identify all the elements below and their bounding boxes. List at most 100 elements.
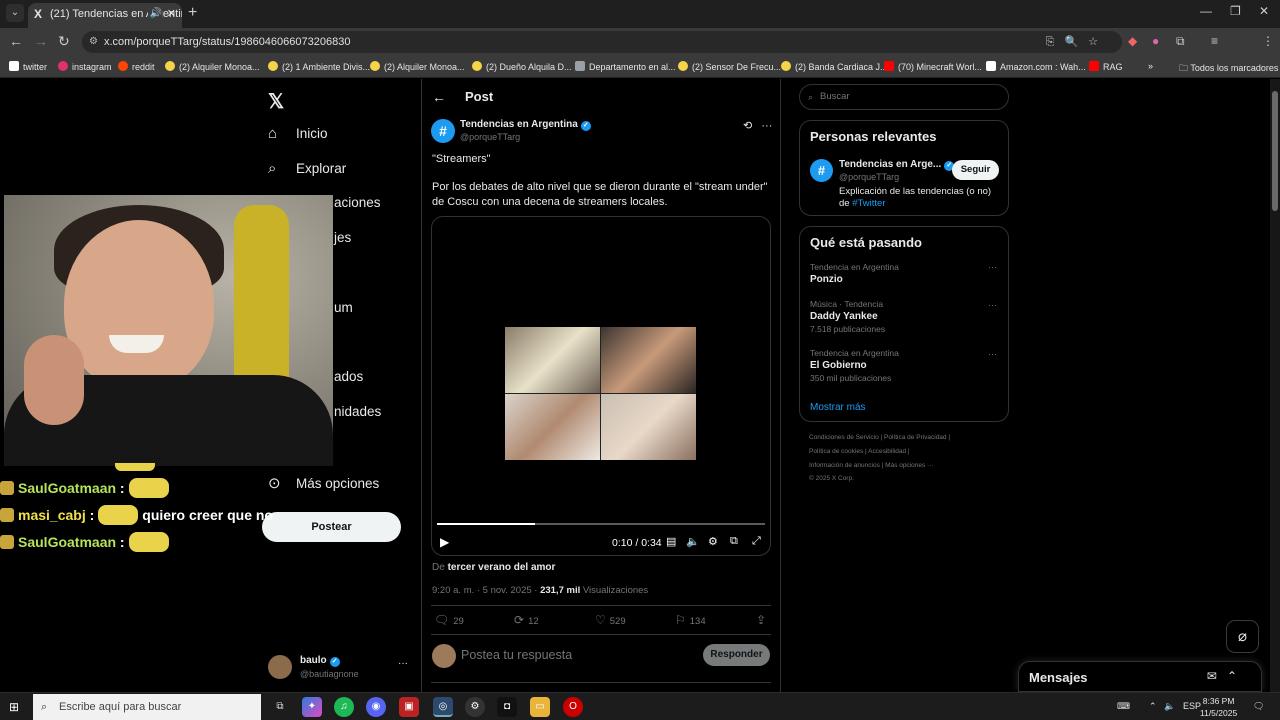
new-tab-button[interactable]: + (188, 4, 197, 22)
search-input[interactable]: ⌕ Buscar (799, 84, 1009, 110)
menu-kebab-icon[interactable]: ⋮ (1262, 34, 1274, 48)
bookmark-item[interactable]: (70) Minecraft Worl... (884, 61, 982, 72)
account-avatar[interactable]: # (810, 159, 833, 182)
chrome-icon[interactable]: ◎ (433, 697, 453, 717)
close-tab-icon[interactable]: ✕ (167, 3, 176, 25)
nav-saved[interactable]: ados (334, 369, 363, 384)
spotify-icon[interactable]: ♫ (334, 697, 354, 717)
windows-start-icon[interactable]: ⊞ (9, 700, 19, 714)
all-bookmarks-folder[interactable]: 🗀 Todos los marcadores (1179, 61, 1278, 77)
nav-premium[interactable]: um (334, 300, 353, 315)
video-player[interactable]: ▶ 0:10 / 0:34 ▤ 🔈 ⚙ ⧉ ⤢ (431, 216, 771, 556)
messages-actions[interactable]: ✉⌃ (1207, 669, 1247, 683)
bookmark-item[interactable]: instagram (58, 61, 112, 72)
grok-icon[interactable]: ⟲ (743, 120, 752, 132)
discord-icon[interactable]: ◉ (366, 697, 386, 717)
nav-explore[interactable]: ⌕ Explorar (268, 160, 346, 177)
omnibox-actions[interactable]: ⎘🔍☆ (1046, 31, 1108, 53)
bookmark-item[interactable]: (2) Alquiler Monoa... (165, 61, 260, 72)
nav-home[interactable]: ⌂ Inicio (268, 125, 328, 142)
footer-links[interactable]: Condiciones de Servicio | Política de Pr… (809, 434, 950, 441)
extensions-puzzle-icon[interactable]: ⧉ (1176, 34, 1185, 49)
settings-icon[interactable]: ⚙ (708, 535, 718, 548)
repost-button[interactable]: ⟳ 12 (514, 613, 539, 627)
x-logo-icon[interactable]: 𝕏 (268, 89, 284, 114)
volume-icon[interactable]: 🔈 (686, 535, 700, 548)
post-header-actions[interactable]: ⟲ ··· (743, 119, 772, 132)
pip-icon[interactable]: ⧉ (730, 535, 738, 548)
speaker-icon[interactable]: 🔊 (147, 3, 162, 25)
messages-drawer[interactable]: Mensajes ✉⌃ (1018, 661, 1262, 692)
reply-submit-button[interactable]: Responder (703, 644, 770, 666)
taskbar-search-input[interactable]: ⌕ Escribe aquí para buscar (33, 694, 261, 720)
system-clock[interactable]: 8:36 PM 11/5/2025 (1200, 695, 1237, 719)
notifications-icon[interactable]: 🗨 (1253, 701, 1264, 712)
media-controls-icon[interactable]: ≡ (1211, 34, 1218, 48)
file-explorer-icon[interactable]: ▭ (530, 697, 550, 717)
bookmark-item[interactable]: (2) Dueño Alquila D... (472, 61, 572, 72)
show-more-link[interactable]: Mostrar más (810, 402, 866, 413)
tray-overflow-icon[interactable]: ⌃ (1149, 701, 1157, 712)
grok-button[interactable]: ⌀ (1226, 620, 1259, 653)
opera-icon[interactable]: O (563, 697, 583, 717)
browser-tab-active[interactable]: X (21) Tendencias en Argentina 🔊 ✕ (28, 3, 182, 28)
bookmark-item[interactable]: reddit (118, 61, 155, 72)
copilot-icon[interactable]: ✦ (302, 697, 322, 717)
nav-more[interactable]: ⊙ Más opciones (268, 474, 379, 492)
share-button[interactable]: ⇪ (756, 613, 770, 627)
bookmark-item[interactable]: (2) 1 Ambiente Divis... (268, 61, 370, 72)
relevant-account-name[interactable]: Tendencias en Arge... ✓ (839, 159, 955, 171)
nav-messages[interactable]: jes (334, 230, 351, 245)
relevant-account-handle[interactable]: @porqueTTarg (839, 172, 899, 182)
volume-icon[interactable]: 🔈 (1164, 701, 1175, 712)
play-icon[interactable]: ▶ (440, 535, 449, 549)
language-indicator[interactable]: ESP (1183, 701, 1201, 711)
bookmark-item[interactable]: RAG (1089, 61, 1123, 72)
captions-icon[interactable]: ▤ (666, 535, 676, 548)
app-icon[interactable]: ◘ (497, 697, 517, 717)
bookmark-item[interactable]: (2) Sensor De Frecu... (678, 61, 781, 72)
minimize-button[interactable]: — (1200, 4, 1212, 18)
site-info-icon[interactable]: ⚙ (89, 31, 98, 53)
bookmark-item[interactable]: (2) Alquiler Monoa... (370, 61, 465, 72)
footer-links[interactable]: Información de anuncios | Más opciones ·… (809, 462, 934, 469)
video-source[interactable]: De tercer verano del amor (432, 562, 555, 573)
reply-input[interactable]: Postea tu respuesta (461, 648, 572, 662)
fullscreen-icon[interactable]: ⤢ (752, 535, 761, 548)
extension-color-icon[interactable]: ● (1152, 34, 1159, 48)
bookmark-item[interactable]: (2) Banda Cardiaca J... (781, 61, 888, 72)
url-bar[interactable]: ⚙ x.com/porqueTTarg/status/1986046066073… (82, 31, 1122, 53)
hashtag-link[interactable]: #Twitter (852, 198, 885, 209)
account-name[interactable]: baulo ✓ (300, 655, 340, 667)
page-scrollbar[interactable] (1270, 79, 1280, 692)
nav-communities[interactable]: nidades (334, 404, 381, 419)
trend-item[interactable]: El Gobierno (810, 360, 867, 371)
more-icon[interactable]: ··· (761, 120, 772, 132)
post-button[interactable]: Postear (262, 512, 401, 542)
reply-button[interactable]: 🗨 29 (434, 613, 464, 627)
video-frame[interactable] (505, 327, 696, 460)
follow-button[interactable]: Seguir (952, 160, 999, 180)
steam-icon[interactable]: ⚙ (465, 697, 485, 717)
account-avatar[interactable]: # (431, 119, 455, 143)
footer-links[interactable]: Política de cookies | Accesibilidad | (809, 448, 910, 455)
bookmark-item[interactable]: Departamento en al... (575, 61, 676, 72)
app-icon[interactable]: ▣ (399, 697, 419, 717)
account-menu-icon[interactable]: ··· (398, 658, 408, 669)
bookmark-item[interactable]: Amazon.com : Wah... (986, 61, 1086, 72)
trend-item[interactable]: Ponzio (810, 274, 843, 285)
restore-button[interactable]: ❐ (1230, 4, 1241, 18)
avatar[interactable] (268, 655, 292, 679)
post-author-handle[interactable]: @porqueTTarg (460, 132, 520, 142)
forward-button[interactable]: → (34, 33, 48, 49)
back-button[interactable]: ← (9, 33, 23, 49)
trend-more-icon[interactable]: ··· (988, 349, 997, 359)
trend-more-icon[interactable]: ··· (988, 300, 997, 310)
close-window-button[interactable]: ✕ (1259, 4, 1269, 18)
tab-search-dropdown[interactable]: ⌄ (6, 4, 24, 22)
nav-notifications[interactable]: aciones (334, 195, 381, 210)
post-author-name[interactable]: Tendencias en Argentina ✓ (460, 119, 591, 131)
video-progress-bar[interactable] (437, 523, 765, 525)
like-button[interactable]: ♡ 529 (595, 613, 626, 627)
bookmark-item[interactable]: twitter (9, 61, 47, 72)
